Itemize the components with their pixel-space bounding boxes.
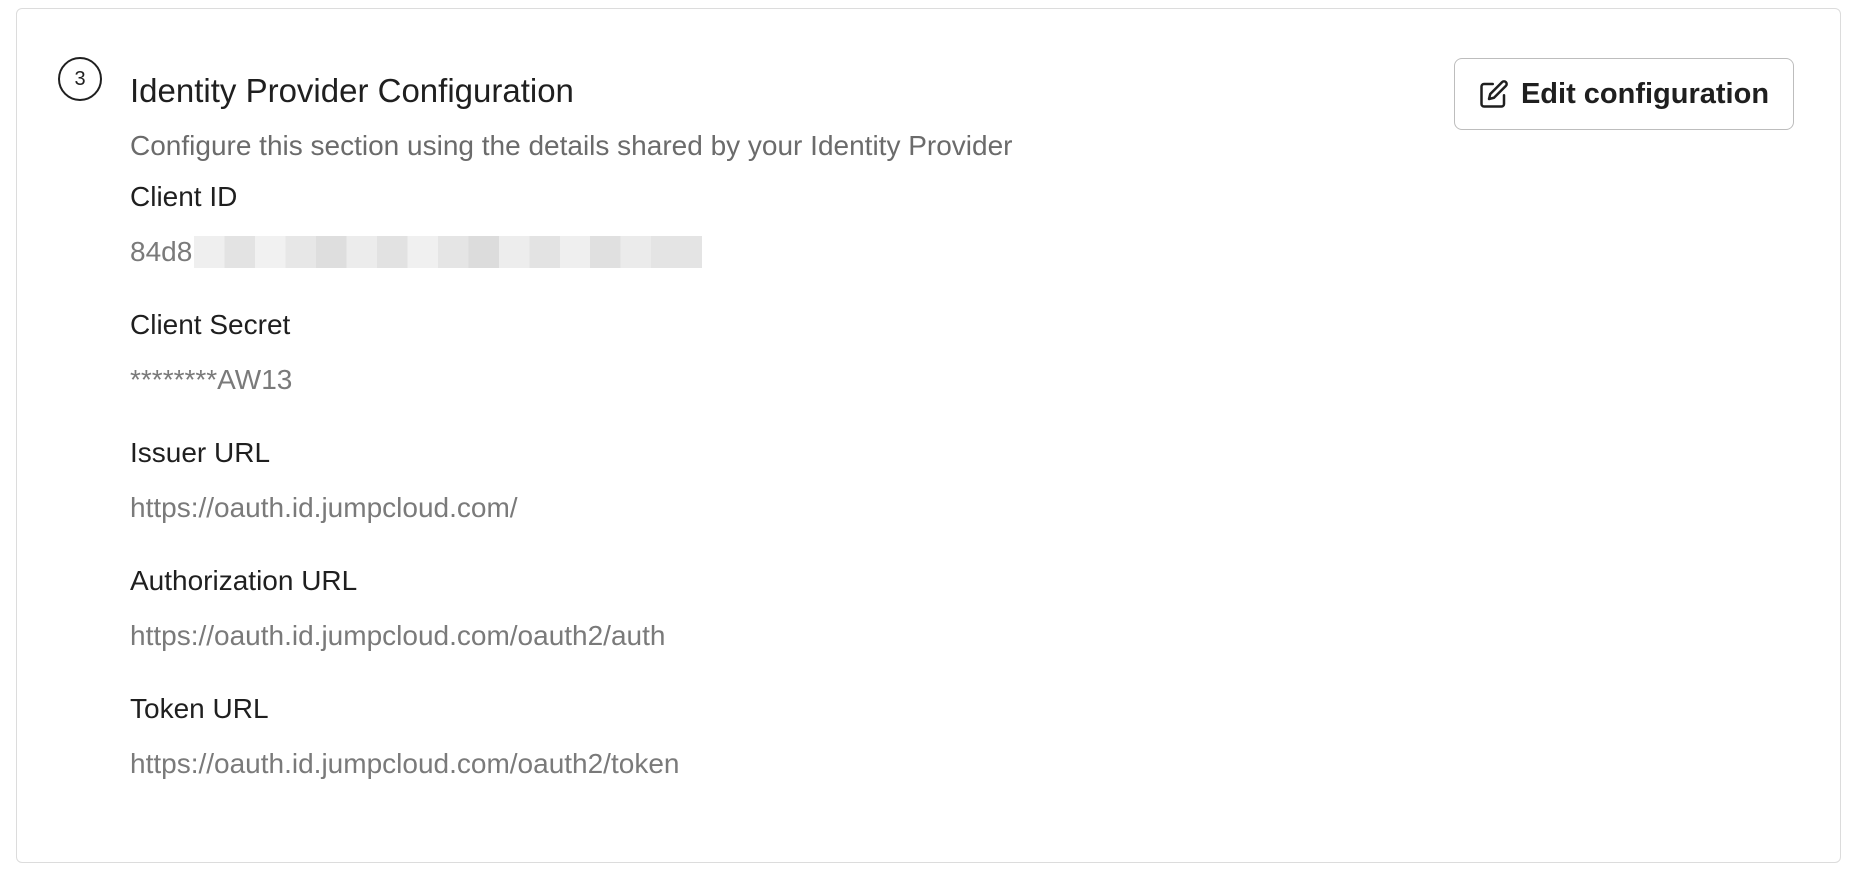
authorization-url-field: Authorization URL https://oauth.id.jumpc… — [130, 561, 665, 656]
edit-configuration-label: Edit configuration — [1520, 77, 1770, 110]
client-id-redacted-block — [194, 236, 703, 268]
edit-icon — [1479, 79, 1509, 109]
section-title: Identity Provider Configuration — [130, 72, 574, 109]
token-url-value: https://oauth.id.jumpcloud.com/oauth2/to… — [130, 748, 680, 779]
token-url-label: Token URL — [130, 693, 269, 724]
authorization-url-label: Authorization URL — [130, 565, 358, 596]
issuer-url-label: Issuer URL — [130, 437, 271, 468]
issuer-url-value: https://oauth.id.jumpcloud.com/ — [130, 492, 518, 523]
client-id-value: 84d8 — [130, 232, 703, 272]
client-secret-label: Client Secret — [130, 309, 291, 340]
client-secret-value: ********AW13 — [130, 364, 293, 395]
section-subtitle: Configure this section using the details… — [130, 130, 1013, 161]
client-id-field: Client ID 84d8 — [130, 177, 703, 272]
client-id-label: Client ID — [130, 181, 238, 212]
issuer-url-field: Issuer URL https://oauth.id.jumpcloud.co… — [130, 433, 518, 528]
client-secret-field: Client Secret ********AW13 — [130, 305, 292, 400]
step-number-badge: 3 — [58, 57, 102, 101]
idp-configuration-card: 3 Identity Provider Configuration Config… — [16, 8, 1841, 863]
authorization-url-value: https://oauth.id.jumpcloud.com/oauth2/au… — [130, 620, 666, 651]
edit-configuration-button[interactable]: Edit configuration — [1454, 58, 1794, 130]
client-id-visible-part: 84d8 — [130, 236, 193, 267]
token-url-field: Token URL https://oauth.id.jumpcloud.com… — [130, 689, 679, 784]
step-number: 3 — [74, 67, 86, 90]
